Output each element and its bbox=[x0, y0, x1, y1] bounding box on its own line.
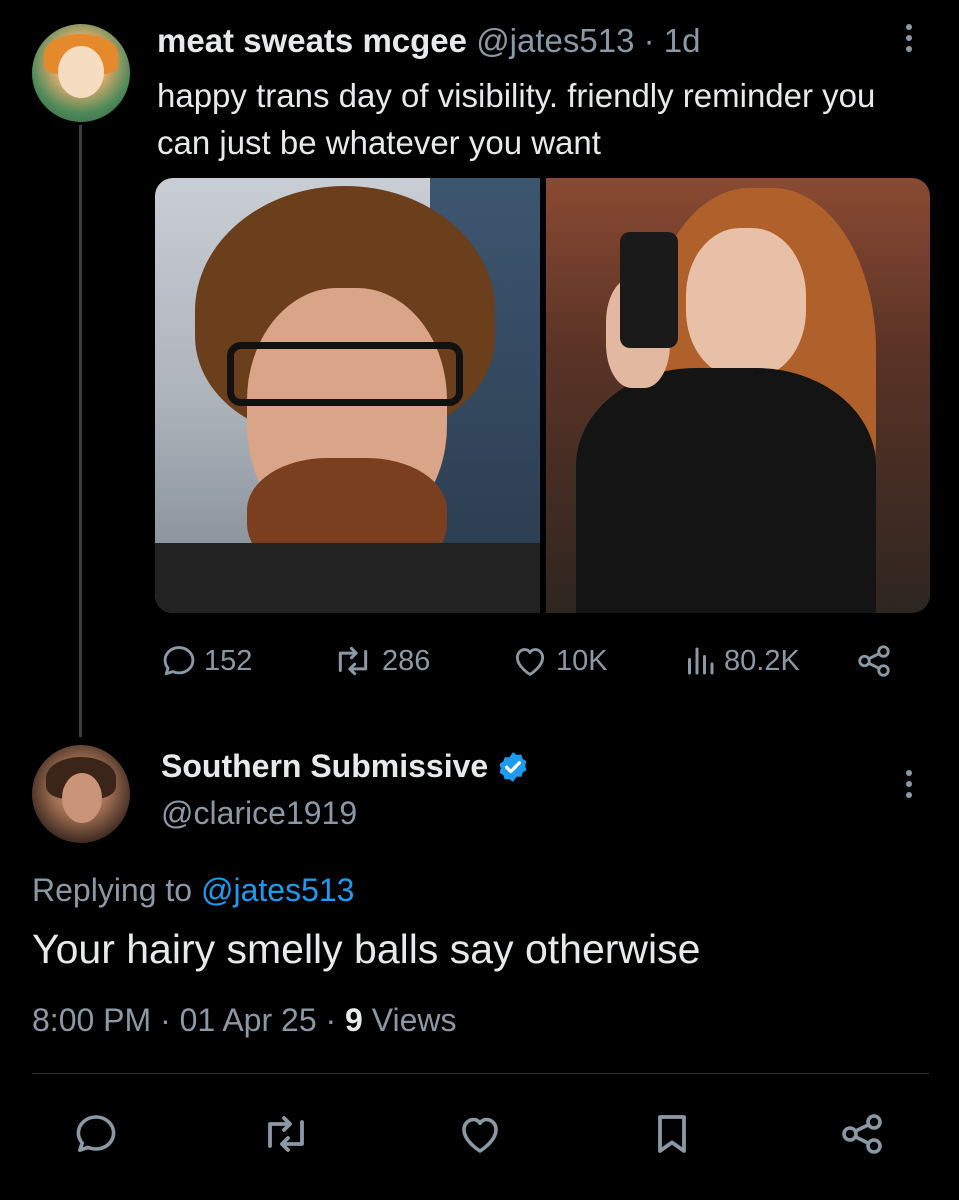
tweet-photo-2[interactable] bbox=[546, 178, 930, 613]
more-options-icon[interactable] bbox=[904, 24, 914, 52]
author-avatar[interactable] bbox=[32, 24, 130, 122]
reply-author-name[interactable]: Southern Submissive bbox=[161, 748, 488, 785]
tweet-action-bar: 152 286 10K 80.2K bbox=[160, 642, 900, 688]
reply-views-label: Views bbox=[371, 1002, 457, 1038]
photo-1-glasses bbox=[227, 342, 463, 406]
repost-icon bbox=[338, 646, 368, 676]
tweet-header: meat sweats mcgee @jates513 · 1d bbox=[157, 22, 701, 60]
reply-views-count: 9 bbox=[345, 1002, 363, 1038]
meta-separator-2: · bbox=[325, 1002, 337, 1038]
replying-to-line: Replying to @jates513 bbox=[32, 872, 354, 909]
author-handle[interactable]: @jates513 bbox=[476, 22, 634, 59]
avatar-face-shape bbox=[58, 46, 104, 98]
author-name[interactable]: meat sweats mcgee bbox=[157, 22, 467, 59]
views-count: 80.2K bbox=[724, 644, 800, 677]
reply-text: Your hairy smelly balls say otherwise bbox=[32, 926, 701, 972]
reply-author-line: Southern Submissive bbox=[161, 748, 530, 785]
meta-separator-1: · bbox=[160, 1002, 171, 1038]
share-button[interactable] bbox=[854, 642, 894, 680]
repost-button[interactable]: 286 bbox=[330, 642, 430, 680]
photo-2-face bbox=[686, 228, 806, 378]
divider bbox=[32, 1073, 929, 1074]
tweet-photo-1[interactable] bbox=[155, 178, 540, 613]
reply-author-avatar[interactable] bbox=[32, 745, 130, 843]
reply-count: 152 bbox=[204, 644, 253, 677]
header-separator: · bbox=[643, 22, 655, 59]
views-button[interactable]: 80.2K bbox=[682, 642, 800, 680]
replying-to-label: Replying to bbox=[32, 872, 193, 908]
reply-avatar-face-shape bbox=[62, 773, 102, 823]
share-icon[interactable] bbox=[838, 1110, 886, 1158]
replying-to-mention[interactable]: @jates513 bbox=[201, 872, 354, 908]
reply-icon[interactable] bbox=[72, 1110, 120, 1158]
like-count: 10K bbox=[556, 644, 608, 677]
verified-badge-icon[interactable] bbox=[496, 750, 530, 784]
photo-2-sweater bbox=[576, 368, 876, 613]
photo-1-shirt bbox=[155, 543, 540, 613]
repost-count: 286 bbox=[382, 644, 431, 677]
bookmark-icon[interactable] bbox=[648, 1110, 696, 1158]
reply-button[interactable]: 152 bbox=[160, 642, 252, 680]
repost-icon[interactable] bbox=[258, 1110, 314, 1158]
reply-meta: 8:00 PM · 01 Apr 25 · 9 Views bbox=[32, 1002, 457, 1039]
share-icon bbox=[858, 645, 890, 677]
reply-author-handle[interactable]: @clarice1919 bbox=[161, 795, 357, 832]
reply-icon bbox=[163, 646, 195, 676]
photo-2-phone bbox=[620, 232, 678, 348]
reply-more-options-icon[interactable] bbox=[904, 770, 914, 798]
reply-time[interactable]: 8:00 PM bbox=[32, 1002, 151, 1038]
heart-icon[interactable] bbox=[456, 1110, 504, 1158]
views-icon bbox=[688, 647, 714, 675]
heart-icon bbox=[515, 648, 545, 676]
tweet-age[interactable]: 1d bbox=[664, 22, 701, 59]
like-button[interactable]: 10K bbox=[510, 642, 608, 680]
tweet-text: happy trans day of visibility. friendly … bbox=[157, 77, 876, 161]
reply-date[interactable]: 01 Apr 25 bbox=[180, 1002, 317, 1038]
thread-line bbox=[79, 125, 82, 737]
